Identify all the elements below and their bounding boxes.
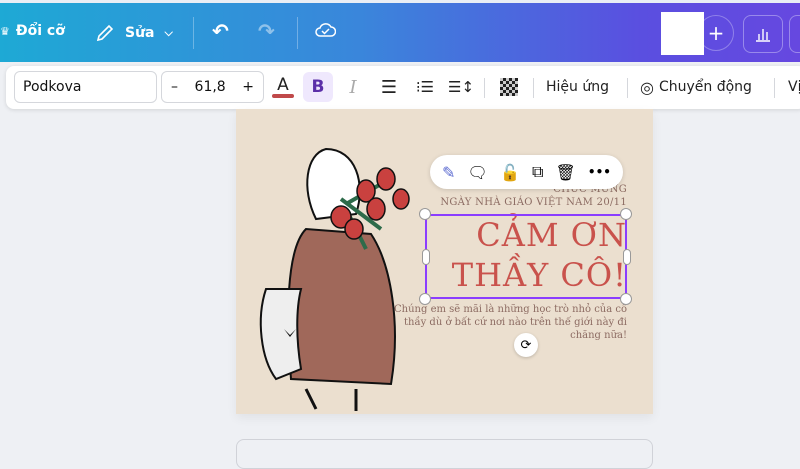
font-size-value[interactable]: 61,8 [195,79,226,95]
undo-icon: ↶ [212,19,229,43]
duplicate-icon[interactable]: ⧉ [532,162,543,182]
font-family-select[interactable]: Podkova [14,71,157,103]
align-right-button[interactable]: ☰ [376,72,402,102]
delete-icon[interactable]: 🗑 [556,163,576,182]
resize-handle-tr[interactable] [620,208,632,220]
redo-icon: ↷ [258,19,275,43]
increase-size-button[interactable]: + [242,79,254,95]
transparency-button[interactable] [496,72,522,102]
redo-button[interactable]: ↷ [258,19,275,43]
girl-with-tulips-illustration [259,147,410,411]
pencil-icon [96,24,114,42]
undo-button[interactable]: ↶ [212,19,229,43]
animate-button[interactable]: ◎ Chuyển động [640,72,752,102]
event-subheading[interactable]: NGÀY NHÀ GIÁO VIỆT NAM 20/11 [440,197,627,208]
animate-label: Chuyển động [658,79,752,95]
position-button[interactable]: Vị [788,72,800,102]
effects-button[interactable]: Hiệu ứng [546,72,609,102]
line-spacing-icon: ☰↕ [448,78,475,96]
plus-icon: + [707,21,725,45]
bar-chart-icon [756,29,770,42]
more-topbar-button[interactable] [789,15,800,53]
message-paragraph[interactable]: Chúng em sẽ mãi là những học trò nhỏ của… [387,303,627,342]
transparency-icon [500,78,518,96]
add-comment-icon[interactable]: 🗨 [468,163,488,182]
text-color-button[interactable]: A [270,72,296,102]
resize-handle-right[interactable] [623,249,631,265]
font-size-stepper[interactable]: – 61,8 + [161,71,264,103]
italic-button[interactable]: I [340,72,366,102]
add-page-area[interactable] [236,439,653,469]
resize-handle-bl[interactable] [419,293,431,305]
edit-label: Sửa [125,25,155,41]
decrease-size-button[interactable]: – [171,79,178,95]
resize-handle-left[interactable] [422,249,430,265]
align-right-icon: ☰ [380,76,398,98]
rotate-handle[interactable]: ⟳ [514,333,538,357]
insights-button[interactable] [743,15,783,53]
text-color-icon: A [277,75,289,95]
cloud-save-button[interactable] [314,21,336,39]
resize-button[interactable]: ♛ Đổi cỡ [0,23,65,39]
list-button[interactable]: ⁝☰ [412,72,438,102]
bullet-list-icon: ⁝☰ [415,78,435,96]
more-options-icon[interactable]: ••• [588,165,611,179]
lock-icon[interactable]: 🔓 [500,163,520,182]
crown-icon: ♛ [0,24,10,38]
bold-button[interactable]: B [303,72,333,102]
resize-handle-tl[interactable] [419,208,431,220]
cloud-check-icon [315,23,336,37]
rotate-icon: ⟳ [520,337,532,353]
avatar[interactable] [661,12,704,55]
edit-menu-button[interactable]: Sửa ⌵ [95,23,173,43]
resize-label: Đổi cỡ [15,23,65,39]
element-floating-toolbar: ✎ 🗨 🔓 ⧉ 🗑 ••• [430,155,623,189]
chevron-down-icon: ⌵ [164,26,173,39]
spacing-button[interactable]: ☰↕ [448,72,474,102]
magic-edit-icon[interactable]: ✎ [442,163,455,182]
selection-box[interactable] [425,214,627,299]
resize-handle-br[interactable] [620,293,632,305]
text-color-swatch [272,94,294,98]
top-bar: ♛ Đổi cỡ Sửa ⌵ ↶ ↷ + [0,0,800,62]
text-toolbar: Podkova – 61,8 + A B I ☰ ⁝☰ ☰↕ Hiệu ứng … [6,66,800,109]
animate-icon: ◎ [640,77,654,97]
